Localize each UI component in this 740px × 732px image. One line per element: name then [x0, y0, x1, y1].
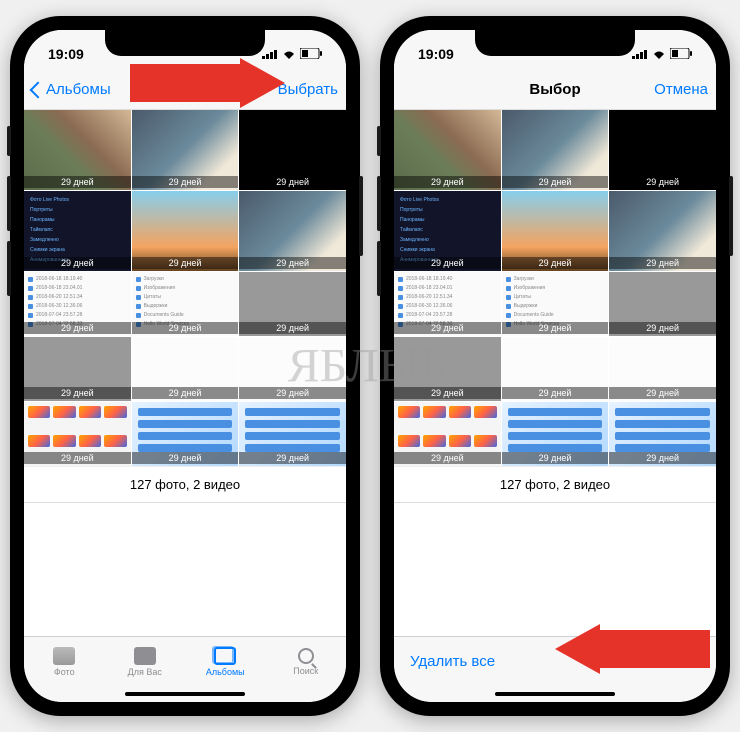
summary-text: 127 фото, 2 видео — [24, 466, 346, 503]
photo-thumb[interactable]: 2018-06-18 18.19.402018-06-18 23.04.0120… — [24, 272, 131, 336]
phone-right: 19:09 Выбор Отмена 29 дней 29 дней 29 дн… — [380, 16, 730, 716]
photo-thumb[interactable]: 29 дней — [394, 402, 501, 466]
summary-text: 127 фото, 2 видео — [394, 466, 716, 503]
power-button — [729, 176, 733, 256]
albums-icon — [214, 647, 236, 665]
page-title: Выбор — [529, 81, 580, 98]
photo-thumb[interactable]: 29 дней — [132, 402, 239, 466]
battery-icon — [670, 46, 692, 62]
photo-thumb[interactable]: 29 дней — [609, 402, 716, 466]
photo-thumb[interactable]: 29 дней — [239, 272, 346, 336]
photo-thumb[interactable]: 29 дней — [239, 191, 346, 271]
photo-thumb[interactable]: ЗагрузкиИзображенияЦитатыВыдержкиDocumen… — [132, 272, 239, 336]
content-area[interactable]: 29 дней 29 дней 29 дней Фото Live Photos… — [24, 110, 346, 636]
photo-thumb[interactable]: 29 дней — [609, 110, 716, 190]
signal-icon — [632, 46, 648, 62]
delete-all-label: Удалить все — [410, 653, 495, 670]
cancel-button[interactable]: Отмена — [654, 81, 708, 98]
home-indicator[interactable] — [394, 686, 716, 702]
volume-up — [377, 176, 381, 231]
content-area[interactable]: 29 дней 29 дней 29 дней Фото Live Photos… — [394, 110, 716, 636]
photo-thumb[interactable]: 29 дней — [609, 191, 716, 271]
photo-thumb[interactable]: 29 дней — [239, 337, 346, 401]
photo-thumb[interactable]: 29 дней — [502, 110, 609, 190]
tab-photos[interactable]: Фото — [24, 637, 105, 686]
status-time: 19:09 — [418, 46, 454, 62]
photo-thumb[interactable]: 29 дней — [239, 402, 346, 466]
callout-arrow-right — [130, 58, 290, 108]
callout-arrow-left — [550, 624, 710, 674]
photo-thumb[interactable]: 2018-06-18 18.19.402018-06-18 23.04.0120… — [394, 272, 501, 336]
photo-thumb[interactable]: ЗагрузкиИзображенияЦитатыВыдержкиDocumen… — [502, 272, 609, 336]
photo-thumb[interactable]: 29 дней — [394, 110, 501, 190]
battery-icon — [300, 46, 322, 62]
photo-thumb[interactable]: 29 дней — [239, 110, 346, 190]
photo-thumb[interactable]: 29 дней — [394, 337, 501, 401]
photo-thumb[interactable]: 29 дней — [132, 110, 239, 190]
power-button — [359, 176, 363, 256]
home-indicator[interactable] — [24, 686, 346, 702]
back-label: Альбомы — [46, 81, 111, 98]
photo-thumb[interactable]: 29 дней — [24, 337, 131, 401]
wifi-icon — [652, 46, 666, 62]
photo-thumb[interactable]: 29 дней — [502, 191, 609, 271]
photo-thumb[interactable]: 29 дней — [609, 337, 716, 401]
chevron-left-icon — [30, 81, 47, 98]
back-button[interactable]: Альбомы — [32, 81, 111, 98]
volume-down — [7, 241, 11, 296]
photos-icon — [53, 647, 75, 665]
tab-albums[interactable]: Альбомы — [185, 637, 266, 686]
notch — [105, 30, 265, 56]
volume-up — [7, 176, 11, 231]
phone-left: 19:09 Альбомы Н Выбрать — [10, 16, 360, 716]
mute-switch — [7, 126, 11, 156]
foryou-icon — [134, 647, 156, 665]
tab-search[interactable]: Поиск — [266, 637, 347, 686]
photo-thumb[interactable]: 29 дней — [502, 402, 609, 466]
nav-bar: Выбор Отмена — [394, 70, 716, 110]
photo-thumb[interactable]: 29 дней — [609, 272, 716, 336]
tab-foryou[interactable]: Для Вас — [105, 637, 186, 686]
photo-thumb[interactable]: 29 дней — [24, 402, 131, 466]
photo-thumb[interactable]: 29 дней — [24, 110, 131, 190]
photo-thumb[interactable]: Фото Live PhotosПортретыПанорамыТаймлапс… — [24, 191, 131, 271]
notch — [475, 30, 635, 56]
tab-bar: Фото Для Вас Альбомы Поиск — [24, 636, 346, 686]
status-time: 19:09 — [48, 46, 84, 62]
photo-thumb[interactable]: 29 дней — [502, 337, 609, 401]
volume-down — [377, 241, 381, 296]
photo-thumb[interactable]: Фото Live PhotosПортретыПанорамыТаймлапс… — [394, 191, 501, 271]
mute-switch — [377, 126, 381, 156]
photo-thumb[interactable]: 29 дней — [132, 337, 239, 401]
photo-thumb[interactable]: 29 дней — [132, 191, 239, 271]
search-icon — [298, 648, 314, 664]
